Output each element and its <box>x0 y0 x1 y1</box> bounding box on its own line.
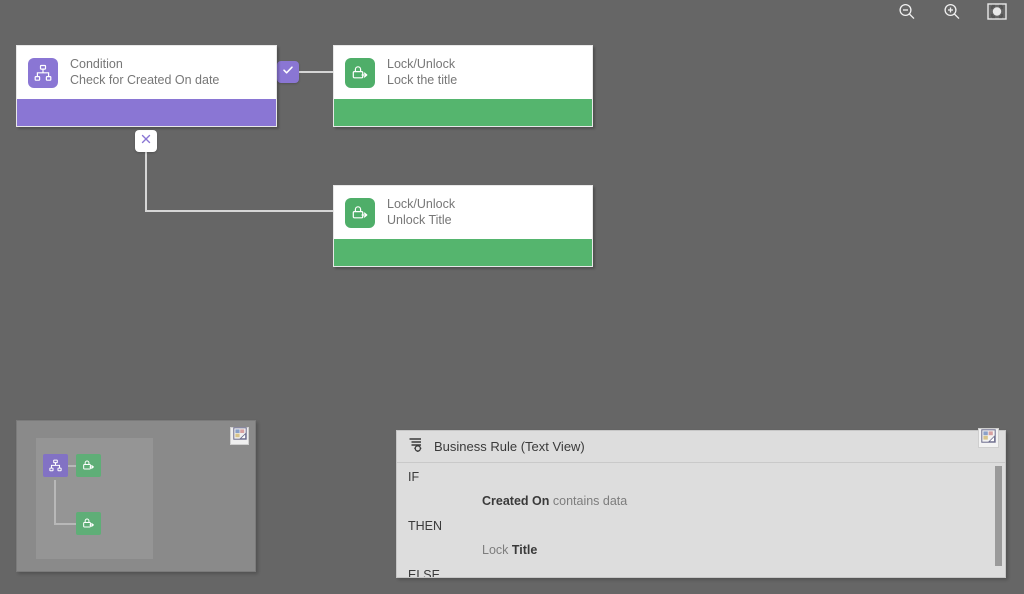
flow-node-unlock-text: Lock/Unlock Unlock Title <box>387 197 455 228</box>
flow-node-condition-footer <box>17 99 276 126</box>
fit-to-screen-icon <box>987 3 1007 25</box>
rule-keyword-then: THEN <box>408 519 443 533</box>
rule-settings-icon <box>408 436 425 458</box>
flow-node-unlock-subtitle: Unlock Title <box>387 212 452 227</box>
zoom-out-button[interactable] <box>894 3 920 25</box>
flow-node-condition-body: Condition Check for Created On date <box>17 46 276 99</box>
vertical-scrollbar[interactable] <box>993 466 1003 574</box>
flow-node-lock-text: Lock/Unlock Lock the title <box>387 57 457 88</box>
business-rule-text-panel: Business Rule (Text View) IF Created On … <box>396 428 1006 578</box>
connector-false-horizontal <box>145 210 333 212</box>
flow-node-condition-title: Condition <box>70 57 123 71</box>
minimap-node-unlock <box>76 512 101 535</box>
canvas-toolbar <box>880 0 1024 28</box>
check-icon <box>281 63 295 82</box>
business-rule-text-panel-body: IF Created On contains data THEN Lock Ti… <box>397 463 1005 577</box>
flow-node-unlock[interactable]: Lock/Unlock Unlock Title <box>333 185 593 267</box>
rule-statement-if: Created On contains data <box>482 494 628 508</box>
flow-node-lock-title: Lock/Unlock <box>387 57 456 71</box>
minimap[interactable] <box>16 420 256 572</box>
zoom-in-icon <box>942 2 962 27</box>
flow-node-condition[interactable]: Condition Check for Created On date <box>16 45 277 127</box>
rule-keyword-if: IF <box>408 470 420 484</box>
hierarchy-icon <box>28 57 58 88</box>
zoom-in-button[interactable] <box>939 3 965 25</box>
flow-node-condition-subtitle: Check for Created On date <box>70 72 220 87</box>
business-rule-text-panel-title: Business Rule (Text View) <box>434 439 585 454</box>
expand-text-panel-button[interactable] <box>978 428 999 448</box>
branch-true-badge[interactable] <box>277 61 299 83</box>
vertical-scrollbar-thumb[interactable] <box>995 466 1002 566</box>
flow-node-lock[interactable]: Lock/Unlock Lock the title <box>333 45 593 127</box>
business-rule-text-panel-header: Business Rule (Text View) <box>397 428 1005 463</box>
flow-node-lock-footer <box>334 99 592 126</box>
rule-keyword-else: ELSE <box>408 568 440 577</box>
expand-minimap-button[interactable] <box>230 427 249 445</box>
flow-node-unlock-title: Lock/Unlock <box>387 197 456 211</box>
branch-false-badge[interactable] <box>135 130 157 152</box>
zoom-out-icon <box>897 2 917 27</box>
minimap-node-lock <box>76 454 101 477</box>
flow-node-condition-text: Condition Check for Created On date <box>70 57 219 88</box>
flow-node-unlock-body: Lock/Unlock Unlock Title <box>334 186 592 239</box>
flow-node-lock-body: Lock/Unlock Lock the title <box>334 46 592 99</box>
close-icon <box>140 132 152 150</box>
minimap-viewport[interactable] <box>36 438 153 559</box>
minimap-connector-vertical <box>54 480 56 525</box>
rule-statement-then: Lock Title <box>482 543 538 557</box>
expand-panel-icon <box>981 428 996 448</box>
flow-node-lock-subtitle: Lock the title <box>387 72 458 87</box>
expand-minimap-icon <box>232 427 247 445</box>
business-rule-designer: Condition Check for Created On date Lock… <box>0 0 1024 594</box>
lock-unlock-icon <box>345 197 375 228</box>
lock-unlock-icon <box>345 57 375 88</box>
minimap-node-condition <box>43 454 68 477</box>
flow-node-unlock-footer <box>334 239 592 266</box>
fit-to-screen-button[interactable] <box>984 3 1010 25</box>
